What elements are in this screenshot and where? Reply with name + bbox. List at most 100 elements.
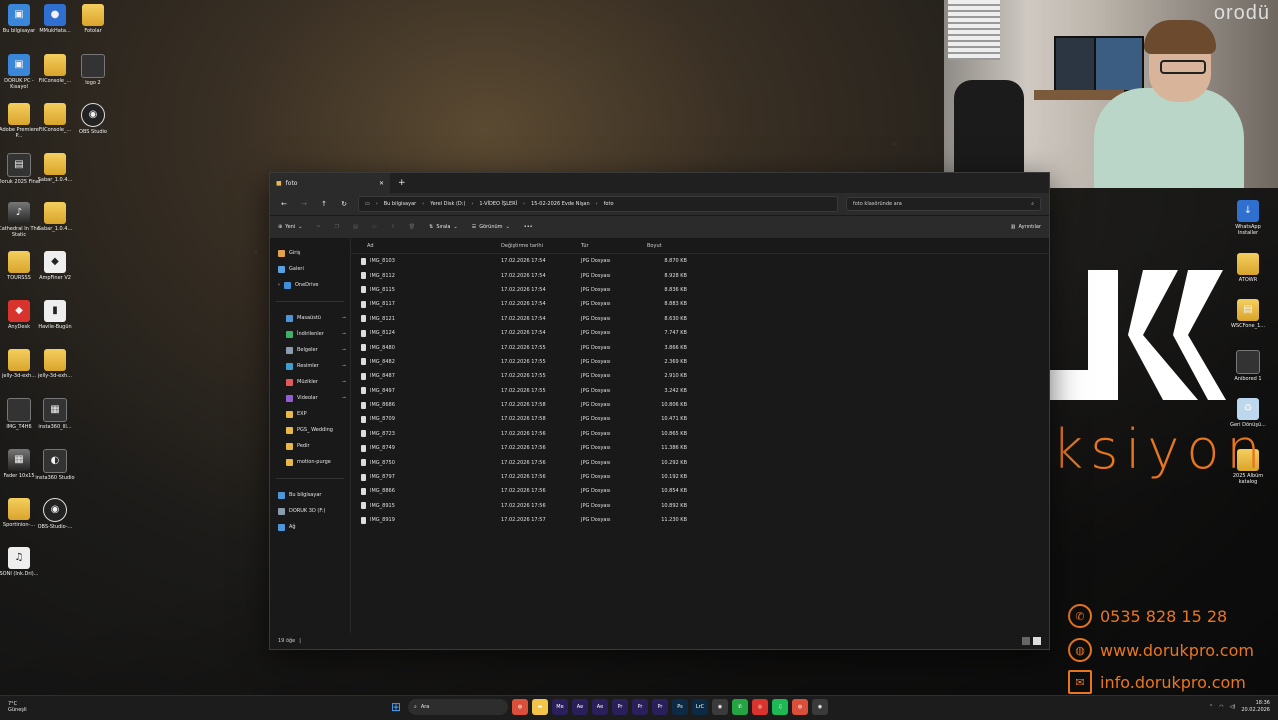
taskbar-app-icon[interactable]: ◎ bbox=[752, 699, 768, 715]
taskbar-app-icon[interactable]: ✆ bbox=[732, 699, 748, 715]
file-row[interactable]: IMG_8797 17.02.2026 17:56 JPG Dosyası 10.19… bbox=[351, 470, 1049, 484]
nav-item[interactable]: Masaüstü ⊸ bbox=[270, 310, 350, 326]
desktop-icon[interactable]: ATOWR bbox=[1226, 253, 1270, 283]
taskbar-app-icon[interactable]: Pr bbox=[632, 699, 648, 715]
breadcrumb-item[interactable]: 15-02-2026 Evde Nişan bbox=[531, 201, 590, 207]
nav-item[interactable]: Bu bilgisayar bbox=[270, 487, 350, 503]
new-button[interactable]: ⊕ Yeni ⌄ bbox=[278, 224, 302, 230]
chevron-up-icon[interactable]: ⌃ bbox=[1209, 704, 1213, 710]
tab-close-button[interactable]: ✕ bbox=[379, 180, 384, 187]
desktop-icon[interactable]: ↓ WhatsApp Installer bbox=[1226, 200, 1270, 236]
taskbar-app-icon[interactable]: ♫ bbox=[772, 699, 788, 715]
taskbar-app-icon[interactable]: Pr bbox=[652, 699, 668, 715]
file-row[interactable]: IMG_8750 17.02.2026 17:56 JPG Dosyası 10.29… bbox=[351, 455, 1049, 469]
rename-icon[interactable]: ▭ bbox=[372, 224, 377, 230]
nav-item[interactable]: Müzikler ⊸ bbox=[270, 374, 350, 390]
taskbar-app-icon[interactable]: Ae bbox=[592, 699, 608, 715]
desktop-icon[interactable]: ◐ insta360 Studio bbox=[33, 449, 77, 481]
file-row[interactable]: IMG_8686 17.02.2026 17:58 JPG Dosyası 10.80… bbox=[351, 398, 1049, 412]
column-size[interactable]: Boyut bbox=[647, 243, 691, 249]
nav-item[interactable]: motion-purge bbox=[270, 454, 350, 470]
taskbar-search[interactable]: ⌕ Ara bbox=[408, 699, 508, 715]
more-button[interactable]: ••• bbox=[524, 224, 533, 230]
breadcrumb-item[interactable]: foto bbox=[604, 201, 614, 207]
windows-start-icon[interactable]: ⊞ bbox=[388, 699, 404, 715]
desktop-icon[interactable]: ▤ WSCFone_1... bbox=[1226, 299, 1270, 329]
nav-item[interactable]: Resimler ⊸ bbox=[270, 358, 350, 374]
column-date[interactable]: Değiştirme tarihi bbox=[501, 243, 581, 249]
file-row[interactable]: IMG_8480 17.02.2026 17:55 JPG Dosyası 3.866… bbox=[351, 340, 1049, 354]
taskbar-app-icon[interactable]: ◍ bbox=[512, 699, 528, 715]
desktop-icon[interactable]: Anibored 1 bbox=[1226, 350, 1270, 382]
file-row[interactable]: IMG_8497 17.02.2026 17:55 JPG Dosyası 3.242… bbox=[351, 384, 1049, 398]
search-input[interactable]: foto klasöründe ara ⌕ bbox=[846, 197, 1041, 211]
nav-item[interactable]: Pedir bbox=[270, 438, 350, 454]
taskbar-app-icon[interactable]: LrC bbox=[692, 699, 708, 715]
address-bar[interactable]: ▭ › Bu bilgisayar › Yerel Disk (D:) › 1-… bbox=[358, 196, 838, 212]
taskbar-app-icon[interactable]: Ae bbox=[572, 699, 588, 715]
file-row[interactable]: IMG_8103 17.02.2026 17:54 JPG Dosyası 8.870… bbox=[351, 254, 1049, 268]
cut-icon[interactable]: ✂ bbox=[316, 224, 320, 230]
taskbar-app-icon[interactable]: ◍ bbox=[792, 699, 808, 715]
file-row[interactable]: IMG_8115 17.02.2026 17:54 JPG Dosyası 8.836… bbox=[351, 283, 1049, 297]
taskbar-app-icon[interactable]: ◉ bbox=[712, 699, 728, 715]
file-row[interactable]: IMG_8723 17.02.2026 17:56 JPG Dosyası 10.86… bbox=[351, 427, 1049, 441]
desktop-icon[interactable]: Sabar_1.0.4... bbox=[33, 202, 77, 232]
weather-widget[interactable]: 7°C Güneşli bbox=[8, 701, 27, 713]
up-arrow-icon[interactable]: ↑ bbox=[318, 200, 330, 208]
file-row[interactable]: IMG_8117 17.02.2026 17:54 JPG Dosyası 8.883… bbox=[351, 297, 1049, 311]
breadcrumb-item[interactable]: 1-VİDEO İŞLERİ bbox=[479, 201, 517, 207]
breadcrumb-item[interactable]: Yerel Disk (D:) bbox=[430, 201, 465, 207]
nav-item[interactable]: PGS_ Wedding bbox=[270, 422, 350, 438]
file-row[interactable]: IMG_8919 17.02.2026 17:57 JPG Dosyası 11.23… bbox=[351, 513, 1049, 527]
taskbar-app-icon[interactable]: ▬ bbox=[532, 699, 548, 715]
file-row[interactable]: IMG_8121 17.02.2026 17:54 JPG Dosyası 8.630… bbox=[351, 312, 1049, 326]
file-row[interactable]: IMG_8866 17.02.2026 17:56 JPG Dosyası 10.85… bbox=[351, 484, 1049, 498]
new-tab-button[interactable]: + bbox=[398, 178, 406, 188]
wifi-icon[interactable]: ◠ bbox=[1219, 704, 1223, 710]
paste-icon[interactable]: ▤ bbox=[353, 224, 358, 230]
sort-button[interactable]: ⇅ Sırala ⌄ bbox=[429, 224, 458, 230]
tab-foto[interactable]: ■ foto ✕ bbox=[270, 173, 390, 193]
share-icon[interactable]: ⇪ bbox=[391, 224, 395, 230]
nav-item[interactable]: Galeri bbox=[270, 261, 350, 277]
desktop-icon[interactable]: ◉ OBS-Studio-... bbox=[33, 498, 77, 530]
details-button[interactable]: ▥ Ayrıntılar bbox=[1011, 224, 1041, 230]
tiles-view-icon[interactable] bbox=[1033, 637, 1041, 645]
desktop-icon[interactable]: ◉ OBS Studio bbox=[71, 103, 115, 135]
clock[interactable]: 18:36 20.02.2026 bbox=[1241, 700, 1270, 714]
desktop-icon[interactable]: ◆ AmpFiner V2 bbox=[33, 251, 77, 281]
file-row[interactable]: IMG_8915 17.02.2026 17:56 JPG Dosyası 10.89… bbox=[351, 499, 1049, 513]
desktop-icon[interactable]: jelly-3d-exh... bbox=[33, 349, 77, 379]
nav-item[interactable]: EXP bbox=[270, 406, 350, 422]
file-row[interactable]: IMG_8124 17.02.2026 17:54 JPG Dosyası 7.747… bbox=[351, 326, 1049, 340]
file-row[interactable]: IMG_8749 17.02.2026 17:56 JPG Dosyası 11.38… bbox=[351, 441, 1049, 455]
desktop-icon[interactable]: ▦ insta360_lll... bbox=[33, 398, 77, 430]
file-row[interactable]: IMG_8112 17.02.2026 17:54 JPG Dosyası 8.928… bbox=[351, 268, 1049, 282]
taskbar-app-icon[interactable]: Pr bbox=[612, 699, 628, 715]
file-row[interactable]: IMG_8709 17.02.2026 17:58 JPG Dosyası 10.47… bbox=[351, 412, 1049, 426]
details-view-icon[interactable] bbox=[1022, 637, 1030, 645]
desktop-icon[interactable]: ♫ SONI (Ink.Dri)... bbox=[0, 547, 41, 577]
view-button[interactable]: ☰ Görünüm ⌄ bbox=[472, 224, 510, 230]
desktop-icon[interactable]: Sabar_1.0.4... bbox=[33, 153, 77, 183]
taskbar-app-icon[interactable]: Ps bbox=[672, 699, 688, 715]
nav-item[interactable]: DORUK 3D (F:) bbox=[270, 503, 350, 519]
forward-arrow-icon[interactable]: → bbox=[298, 200, 310, 208]
breadcrumb-item[interactable]: Bu bilgisayar bbox=[384, 201, 416, 207]
delete-icon[interactable]: 🗑 bbox=[409, 224, 415, 230]
volume-icon[interactable]: ◁) bbox=[1230, 704, 1236, 710]
nav-item[interactable]: Giriş bbox=[270, 245, 350, 261]
expand-chevron-icon[interactable]: › bbox=[278, 282, 280, 288]
column-type[interactable]: Tür bbox=[581, 243, 647, 249]
nav-item[interactable]: › OneDrive bbox=[270, 277, 350, 293]
nav-item[interactable]: Belgeler ⊸ bbox=[270, 342, 350, 358]
refresh-icon[interactable]: ↻ bbox=[338, 200, 350, 208]
nav-item[interactable]: Ağ bbox=[270, 519, 350, 535]
copy-icon[interactable]: ❐ bbox=[335, 224, 339, 230]
desktop-icon[interactable]: logo 2 bbox=[71, 54, 115, 86]
taskbar-app-icon[interactable]: ◉ bbox=[812, 699, 828, 715]
file-row[interactable]: IMG_8487 17.02.2026 17:55 JPG Dosyası 2.910… bbox=[351, 369, 1049, 383]
back-arrow-icon[interactable]: ← bbox=[278, 200, 290, 208]
column-name[interactable]: Ad bbox=[351, 243, 501, 249]
